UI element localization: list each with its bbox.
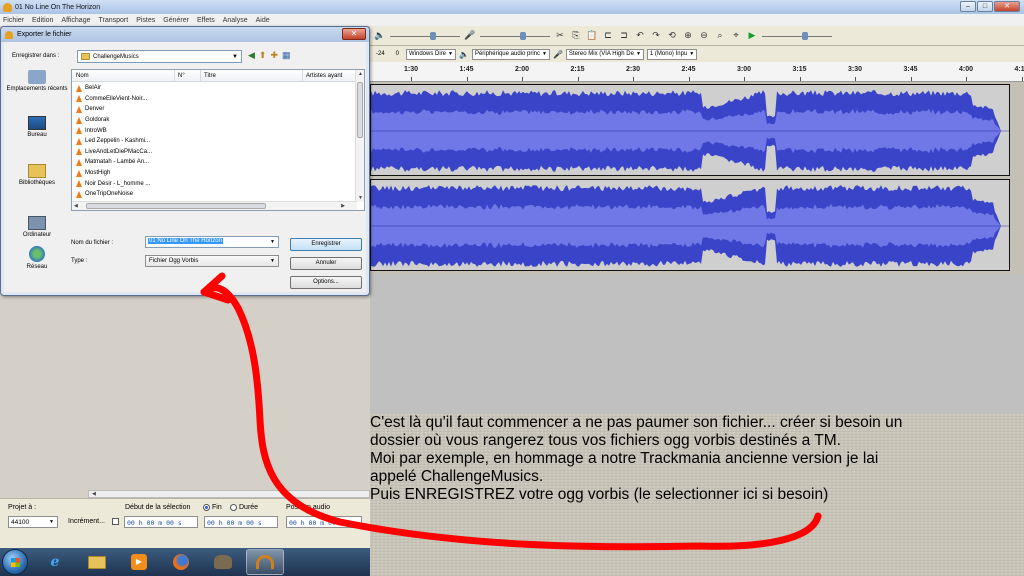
annotation-arrow-line: [200, 284, 822, 551]
annotation-arrow: [200, 272, 822, 551]
